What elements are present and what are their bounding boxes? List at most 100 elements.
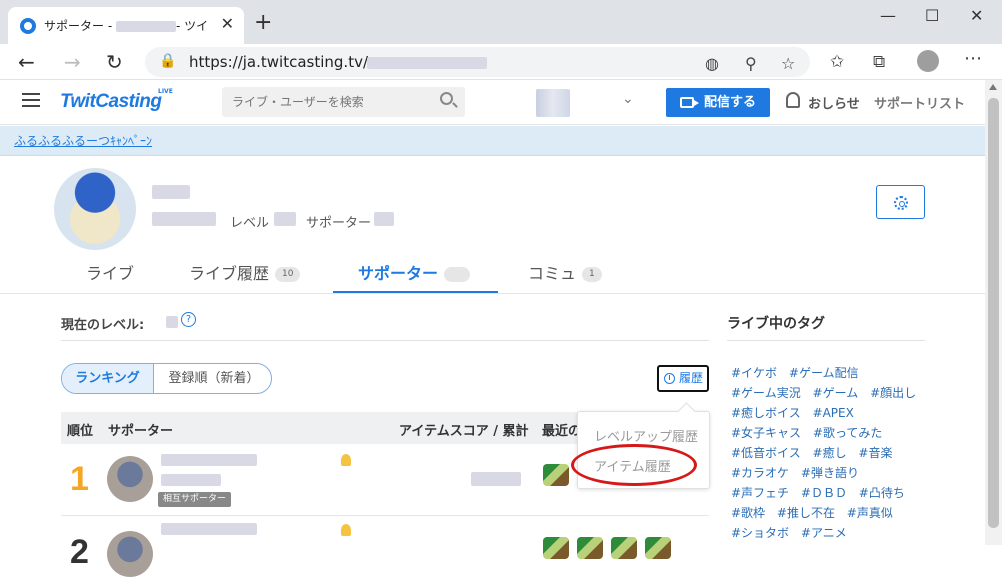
item-score (471, 472, 521, 486)
medal-icon (341, 454, 351, 466)
history-button[interactable]: 履歴 (657, 365, 709, 392)
profile-avatar-icon[interactable] (917, 50, 939, 72)
col-score: アイテムスコア / 累計 (399, 424, 529, 439)
browser-tab-bar: サポーター - - ツイ ✕ + — ☐ ✕ (0, 0, 1002, 44)
sort-ranking-button[interactable]: ランキング (62, 364, 154, 393)
tag-link[interactable]: #弾き語り (801, 466, 859, 480)
tag-link[interactable]: #APEX (813, 406, 854, 420)
scroll-up-icon[interactable] (989, 84, 997, 90)
close-window-icon[interactable]: ✕ (970, 6, 983, 25)
minimize-icon[interactable]: — (880, 6, 896, 25)
tab-title: サポーター - - ツイ (44, 19, 209, 33)
favorite-star-icon[interactable]: ☆ (781, 54, 795, 73)
tag-link[interactable]: #声真似 (847, 506, 893, 520)
current-level-value (166, 316, 178, 328)
tag-link[interactable]: #癒し (813, 446, 847, 460)
tag-link[interactable]: #音楽 (858, 446, 892, 460)
mutual-supporter-badge: 相互サポーター (158, 492, 232, 507)
tag-link[interactable]: #ゲーム (813, 386, 859, 400)
profile-name (152, 185, 190, 199)
profile-avatar (54, 168, 136, 250)
tag-link[interactable]: #推し不在 (777, 506, 835, 520)
tag-link[interactable]: #凸待ち (859, 486, 905, 500)
tracking-icon[interactable]: ◍ (705, 54, 719, 73)
site-header: TwitCasting LIVE ⌄ 配信する おしらせ サポートリスト (0, 80, 985, 125)
address-bar: ← → ↻ 🔒 https://ja.twitcasting.tv/ ◍ ⚲ ☆… (0, 44, 1002, 80)
tab-live-history[interactable]: ライブ履歴 10 (189, 260, 301, 284)
zoom-icon[interactable]: ⚲ (745, 54, 757, 73)
highlight-ellipse (571, 444, 697, 486)
current-level-label: 現在のレベル: (61, 318, 145, 333)
tab-close-icon[interactable]: ✕ (221, 14, 234, 33)
tag-link[interactable]: #女子キャス (731, 426, 801, 440)
supporter-avatar[interactable] (107, 531, 153, 577)
tag-link[interactable]: #歌ってみた (813, 426, 882, 440)
community-count: 1 (582, 267, 602, 282)
bell-icon[interactable] (786, 92, 800, 108)
tag-link[interactable]: #アニメ (801, 526, 847, 540)
tag-link[interactable]: #ＤＢＤ (801, 486, 847, 500)
supporter-name[interactable] (161, 454, 257, 466)
collections-icon[interactable]: ⧉ (873, 52, 885, 72)
maximize-icon[interactable]: ☐ (925, 6, 939, 25)
search-input[interactable] (222, 87, 465, 117)
tag-link[interactable]: #低音ボイス (731, 446, 801, 460)
tag-link[interactable]: #ゲーム実況 (731, 386, 801, 400)
supporter-avatar[interactable] (107, 456, 153, 502)
help-icon[interactable]: ? (181, 312, 196, 327)
supporter-name[interactable] (161, 523, 257, 535)
tag-link[interactable]: #癒しボイス (731, 406, 801, 420)
user-avatar[interactable] (536, 89, 570, 117)
broadcast-button[interactable]: 配信する (666, 88, 770, 117)
tag-link[interactable]: #ゲーム配信 (789, 366, 859, 380)
back-icon[interactable]: ← (18, 50, 35, 74)
tab-supporter[interactable]: サポーター (358, 260, 471, 284)
tabs-divider (0, 293, 985, 294)
notice-link[interactable]: おしらせ (808, 93, 860, 112)
tag-link[interactable]: #ショタボ (731, 526, 789, 540)
item-icon (543, 537, 569, 559)
clock-icon (664, 373, 675, 384)
tag-link[interactable]: #歌枠 (731, 506, 765, 520)
refresh-icon[interactable]: ↻ (106, 50, 123, 74)
tag-link[interactable]: #声フェチ (731, 486, 789, 500)
scrollbar[interactable] (985, 80, 1002, 545)
twitcasting-favicon-icon (20, 18, 36, 34)
supporter-id (161, 474, 221, 486)
twitcasting-logo[interactable]: TwitCasting (60, 91, 162, 113)
camera-icon (680, 97, 699, 108)
chevron-down-icon[interactable]: ⌄ (622, 91, 634, 107)
url-text: https://ja.twitcasting.tv/ (189, 53, 369, 71)
favorites-icon[interactable]: ✩ (830, 52, 844, 72)
supporter-count-value (374, 212, 394, 226)
item-icon (577, 537, 603, 559)
tag-link[interactable]: #カラオケ (731, 466, 789, 480)
campaign-link[interactable]: ふるふるふるーつｷｬﾝﾍﾟｰﾝ (14, 132, 152, 149)
tags-divider (727, 340, 925, 341)
rank-number: 1 (70, 460, 89, 498)
browser-tab[interactable]: サポーター - - ツイ ✕ (8, 7, 244, 44)
url-redacted (367, 57, 487, 69)
tag-link[interactable]: #イケボ (731, 366, 777, 380)
tag-link[interactable]: #顔出し (870, 386, 916, 400)
lock-icon: 🔒 (159, 53, 177, 69)
menu-icon[interactable] (22, 93, 40, 107)
campaign-banner: ふるふるふるーつｷｬﾝﾍﾟｰﾝ (0, 126, 985, 156)
col-supporter: サポーター (108, 424, 174, 439)
forward-icon[interactable]: → (64, 50, 81, 74)
search-icon[interactable] (440, 92, 453, 105)
tab-live[interactable]: ライブ (86, 260, 134, 284)
sort-registered-button[interactable]: 登録順（新着） (155, 364, 271, 393)
settings-button[interactable] (876, 185, 925, 219)
tab-community[interactable]: コミュ 1 (528, 260, 602, 284)
url-field[interactable]: 🔒 https://ja.twitcasting.tv/ ◍ ⚲ ☆ (145, 47, 810, 77)
logo-live-label: LIVE (158, 88, 173, 95)
dropdown-level-history[interactable]: レベルアップ履歴 (594, 426, 698, 445)
table-row[interactable]: 2 (61, 517, 709, 577)
item-icon (543, 464, 569, 486)
scrollbar-thumb[interactable] (988, 98, 999, 528)
support-list-link[interactable]: サポートリスト (874, 93, 965, 112)
live-history-count: 10 (275, 267, 301, 282)
more-icon[interactable]: ⋯ (964, 48, 982, 69)
new-tab-icon[interactable]: + (254, 10, 272, 35)
